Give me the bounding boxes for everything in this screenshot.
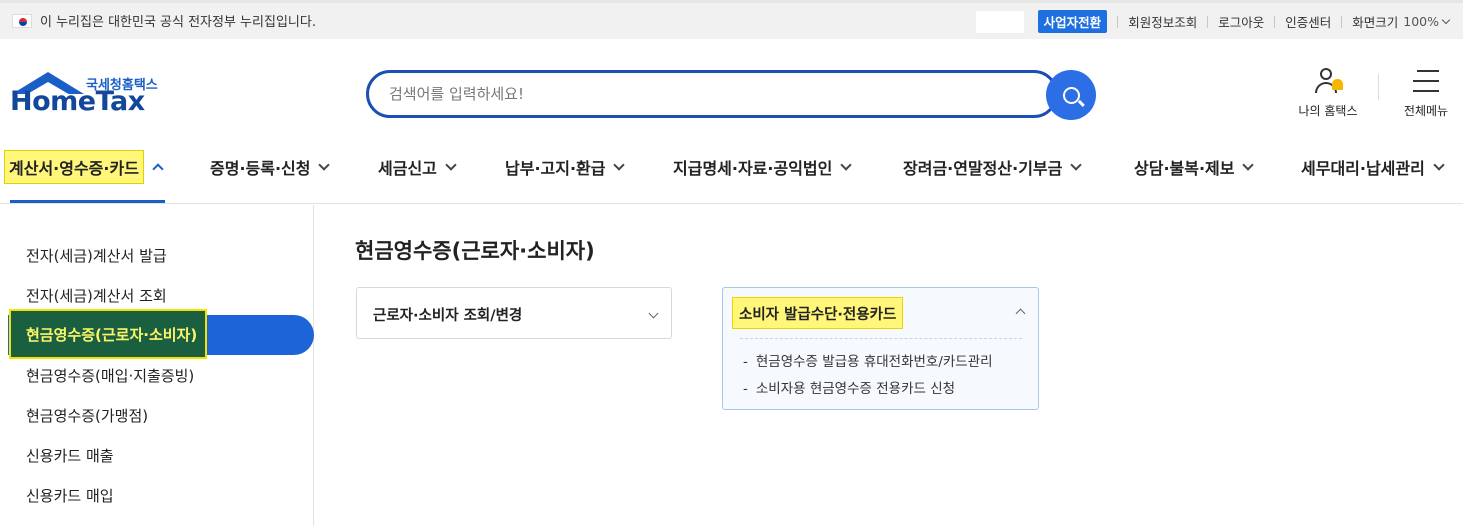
nav-item-receipts-cards[interactable]: 계산서·영수증·카드 xyxy=(4,150,164,184)
nav-item-payment[interactable]: 납부·고지·환급 xyxy=(505,150,626,184)
cert-center-link[interactable]: 인증센터 xyxy=(1285,12,1331,31)
hamburger-icon xyxy=(1413,70,1439,92)
biz-switch-button[interactable]: 사업자전환 xyxy=(1037,10,1108,33)
chevron-up-icon[interactable] xyxy=(1015,308,1026,319)
nav-item-certificates[interactable]: 증명·등록·신청 xyxy=(210,150,331,184)
chevron-down-icon xyxy=(840,158,853,171)
chevron-down-icon xyxy=(1433,158,1445,171)
divider xyxy=(1207,15,1209,28)
all-menu-button[interactable]: 전체메뉴 xyxy=(1396,66,1456,119)
sidebar-item-card-sales[interactable]: 신용카드 매출 xyxy=(26,445,114,466)
nav-item-incentives[interactable]: 장려금·연말정산·기부금 xyxy=(903,150,1083,184)
chevron-down-icon xyxy=(648,308,659,319)
screen-size-label: 화면크기 xyxy=(1352,15,1399,30)
main-nav: 계산서·영수증·카드 증명·등록·신청 세금신고 납부·고지·환급 지급명세·자… xyxy=(0,140,1463,204)
nav-item-statements[interactable]: 지급명세·자료·공익법인 xyxy=(673,150,853,184)
sidebar-item-e-invoice-issue[interactable]: 전자(세금)계산서 발급 xyxy=(26,245,167,266)
utility-menu: 사업자전환 회원정보조회 로그아웃 인증센터 화면크기 100% xyxy=(975,10,1451,33)
logo-title: HomeTax xyxy=(10,86,145,117)
chevron-down-icon xyxy=(1070,158,1083,171)
chevron-down-icon xyxy=(613,158,626,171)
sidebar-item-cash-receipt-consumer[interactable]: 현금영수증(근로자·소비자) xyxy=(9,309,207,359)
nav-item-tax-agent[interactable]: 세무대리·납세관리 xyxy=(1301,150,1445,184)
chevron-up-icon xyxy=(152,163,164,175)
member-info-link[interactable]: 회원정보조회 xyxy=(1128,12,1197,31)
chevron-down-icon xyxy=(445,158,457,171)
my-hometax-label: 나의 홈택스 xyxy=(1298,104,1358,118)
screen-size-value: 100% xyxy=(1403,14,1439,29)
sidebar-item-cash-receipt-purchase[interactable]: 현금영수증(매입·지출증빙) xyxy=(26,365,194,386)
person-bell-icon xyxy=(1311,66,1345,96)
nav-item-consultation[interactable]: 상담·불복·제보 xyxy=(1134,150,1255,184)
search-icon xyxy=(1062,86,1080,104)
link-dedicated-card-apply[interactable]: - 소비자용 현금영수증 전용카드 신청 xyxy=(743,377,955,397)
chevron-down-icon xyxy=(1242,158,1255,171)
divider xyxy=(1274,15,1276,28)
chevron-down-icon xyxy=(1441,15,1451,24)
hometax-logo[interactable]: 국세청홈택스 HomeTax xyxy=(10,70,162,122)
blank-box xyxy=(975,10,1024,33)
nav-active-indicator xyxy=(10,200,165,203)
page-title: 현금영수증(근로자·소비자) xyxy=(355,239,595,263)
accordion-label: 근로자·소비자 조회/변경 xyxy=(373,308,523,324)
divider xyxy=(740,338,1022,339)
search-input[interactable] xyxy=(389,83,1029,105)
my-hometax-button[interactable]: 나의 홈택스 xyxy=(1288,66,1368,119)
nav-item-tax-filing[interactable]: 세금신고 xyxy=(378,150,457,184)
search-button[interactable] xyxy=(1046,70,1096,120)
sidebar-item-cash-receipt-merchant[interactable]: 현금영수증(가맹점) xyxy=(26,405,148,426)
search-box xyxy=(366,70,1058,118)
accordion-consumer-inquiry[interactable]: 근로자·소비자 조회/변경 xyxy=(356,287,672,339)
sidebar-item-card-purchase[interactable]: 신용카드 매입 xyxy=(26,485,114,506)
divider xyxy=(1117,15,1119,28)
divider xyxy=(1341,15,1343,28)
divider xyxy=(1378,74,1379,100)
accordion-consumer-card: 소비자 발급수단·전용카드 - 현금영수증 발급용 휴대전화번호/카드관리 - 소비… xyxy=(722,287,1039,410)
gov-notice: 이 누리집은 대한민국 공식 전자정부 누리집입니다. xyxy=(12,11,316,30)
logout-link[interactable]: 로그아웃 xyxy=(1218,12,1264,31)
korea-flag-icon xyxy=(12,13,32,28)
all-menu-label: 전체메뉴 xyxy=(1403,104,1449,118)
sidebar: 전자(세금)계산서 발급 전자(세금)계산서 조회 현금영수증(근로자·소비자)… xyxy=(0,205,314,526)
gov-notice-bar: 이 누리집은 대한민국 공식 전자정부 누리집입니다. 사업자전환 회원정보조회… xyxy=(0,0,1463,39)
gov-notice-text: 이 누리집은 대한민국 공식 전자정부 누리집입니다. xyxy=(40,15,316,30)
sidebar-item-e-invoice-inquiry[interactable]: 전자(세금)계산서 조회 xyxy=(26,285,167,306)
link-phone-card-management[interactable]: - 현금영수증 발급용 휴대전화번호/카드관리 xyxy=(743,350,993,370)
accordion-header[interactable]: 소비자 발급수단·전용카드 xyxy=(732,297,904,329)
chevron-down-icon xyxy=(318,158,331,171)
screen-size-dropdown[interactable]: 화면크기 100% xyxy=(1352,12,1451,31)
